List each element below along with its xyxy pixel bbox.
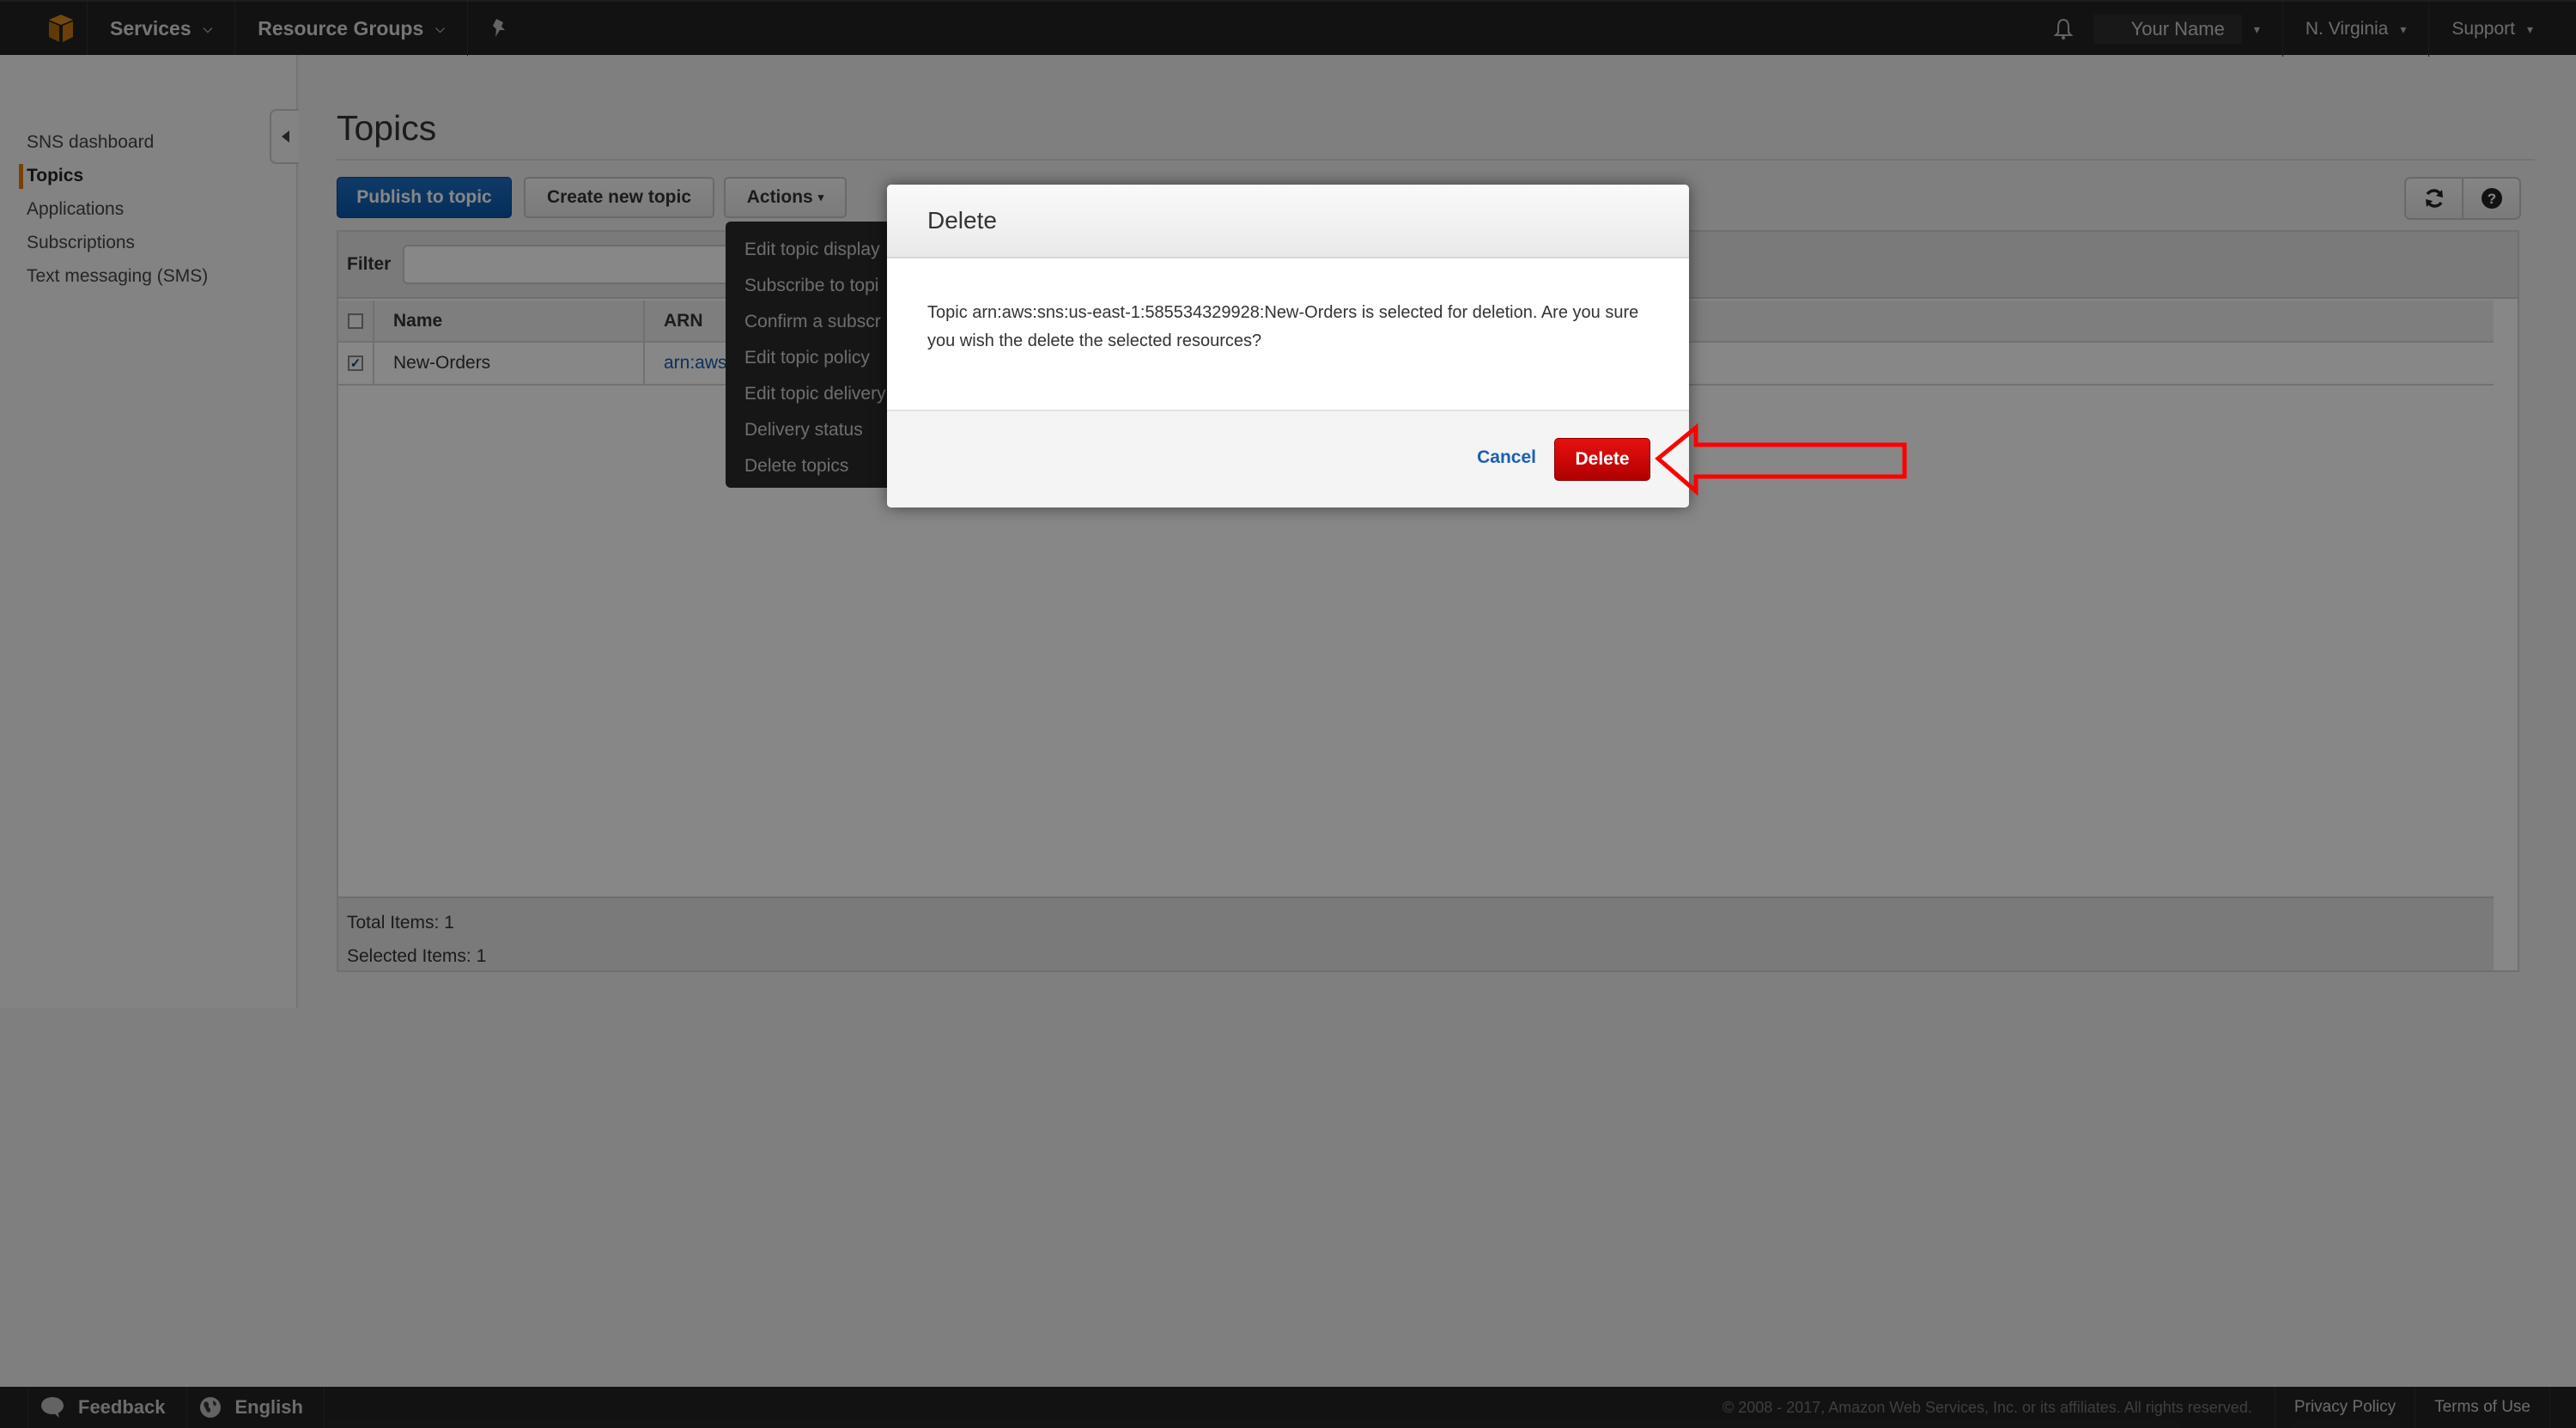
cancel-button[interactable]: Cancel — [1477, 447, 1536, 468]
dialog-header: Delete — [887, 185, 1689, 258]
dialog-title: Delete — [927, 207, 997, 234]
delete-button[interactable]: Delete — [1554, 438, 1650, 481]
dialog-message: Topic arn:aws:sns:us-east-1:585534329928… — [927, 303, 1639, 350]
annotation-arrow-icon — [1655, 422, 1907, 496]
dialog-footer: Cancel Delete — [887, 410, 1689, 507]
delete-dialog: Delete Topic arn:aws:sns:us-east-1:58553… — [887, 185, 1689, 507]
